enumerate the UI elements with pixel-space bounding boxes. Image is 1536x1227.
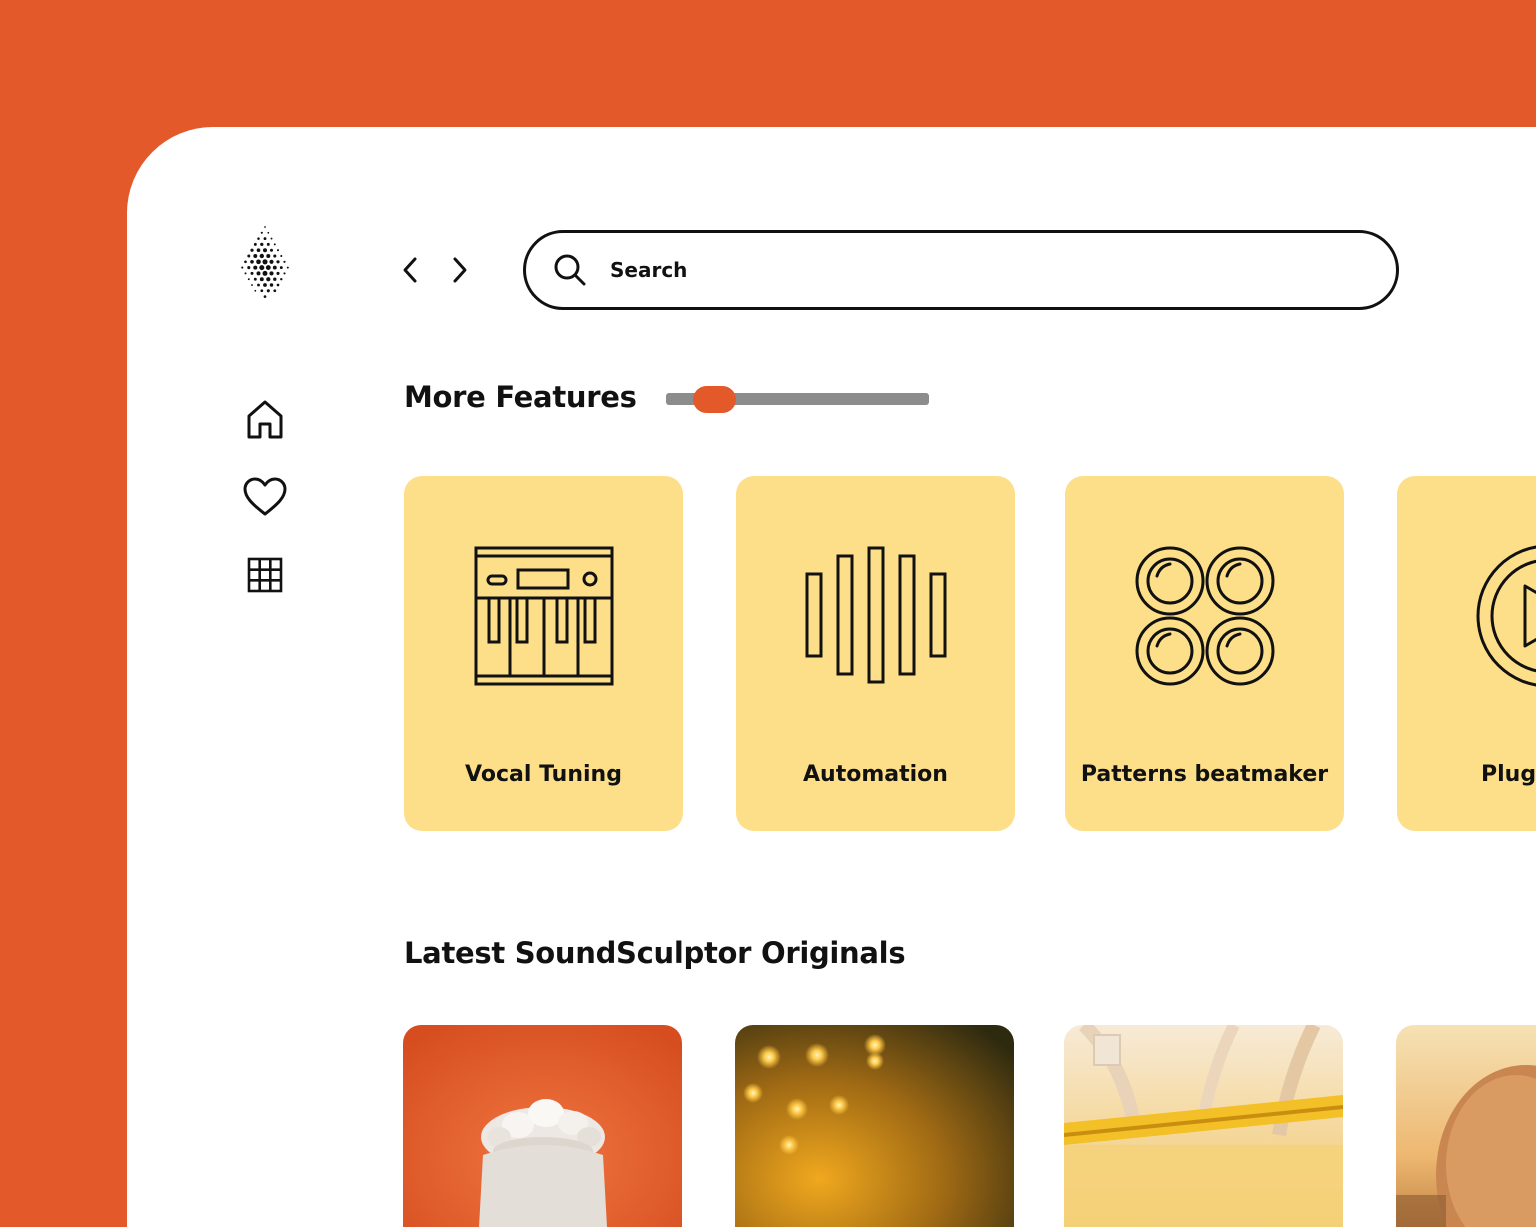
original-thumbnail-statue[interactable] xyxy=(403,1025,682,1227)
heart-icon xyxy=(243,477,287,516)
synth-keyboard-icon xyxy=(474,546,613,686)
feature-card-label: Plug xyxy=(1481,762,1536,787)
app-window: More Features Vocal Tuning xyxy=(127,127,1536,1227)
original-thumbnail-sunset[interactable] xyxy=(1396,1025,1536,1227)
night-lights-image xyxy=(735,1025,1014,1227)
feature-card-label: Patterns beatmaker xyxy=(1080,762,1329,787)
statue-image xyxy=(403,1025,682,1227)
dotted-diamond-logo[interactable] xyxy=(235,223,295,307)
latest-originals-title: Latest SoundSculptor Originals xyxy=(404,936,906,970)
search-bar[interactable] xyxy=(523,230,1399,310)
sunset-portrait-image xyxy=(1396,1025,1536,1227)
feature-card-patterns-beatmaker[interactable]: Patterns beatmaker xyxy=(1065,476,1344,831)
feature-card-plug[interactable]: Plug xyxy=(1397,476,1536,831)
original-thumbnail-hall[interactable] xyxy=(1064,1025,1343,1227)
search-input[interactable] xyxy=(610,258,1310,282)
chevron-right-icon xyxy=(453,257,467,283)
play-circle-icon xyxy=(1476,545,1536,687)
sidebar-item-favorites[interactable] xyxy=(241,473,289,521)
drum-pads-icon xyxy=(1135,546,1274,686)
hall-blur-image xyxy=(1064,1025,1343,1227)
home-icon xyxy=(247,400,283,439)
features-carousel-scroll-thumb[interactable] xyxy=(693,386,736,413)
original-thumbnail-lights[interactable] xyxy=(735,1025,1014,1227)
more-features-title: More Features xyxy=(404,380,637,414)
feature-card-automation[interactable]: Automation xyxy=(736,476,1015,831)
sidebar-item-home[interactable] xyxy=(241,395,289,443)
back-button[interactable] xyxy=(395,253,425,287)
search-icon xyxy=(550,250,590,290)
feature-card-label: Vocal Tuning xyxy=(465,762,622,787)
feature-card-vocal-tuning[interactable]: Vocal Tuning xyxy=(404,476,683,831)
grid-icon xyxy=(247,557,283,593)
sidebar-item-browse[interactable] xyxy=(241,551,289,599)
waveform-bars-icon xyxy=(805,546,946,684)
feature-card-label: Automation xyxy=(803,762,948,787)
forward-button[interactable] xyxy=(445,253,475,287)
chevron-left-icon xyxy=(403,257,417,283)
